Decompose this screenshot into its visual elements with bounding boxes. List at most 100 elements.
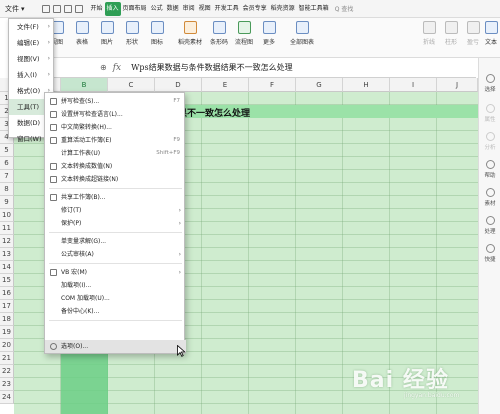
- chevron-down-icon: ▾: [21, 4, 25, 13]
- ribbon-table-button[interactable]: 表格: [71, 21, 93, 46]
- tab-data[interactable]: 数据: [165, 2, 181, 16]
- file-menu-button[interactable]: 文件 ▾: [2, 2, 28, 16]
- panel-help-button[interactable]: 帮助: [479, 160, 500, 179]
- menu-item-calculate-sheet[interactable]: 计算工作表(U) Shift+F9: [45, 147, 186, 160]
- ribbon-label: 全部图表: [289, 39, 314, 46]
- menu-item-share-workbook[interactable]: 共享工作簿(B)...: [45, 191, 186, 204]
- panel-process-button[interactable]: 处理: [479, 216, 500, 235]
- row-header[interactable]: 17: [0, 300, 14, 313]
- formula-input[interactable]: Wps结果数据与条件数据结果不一致怎么处理: [131, 62, 292, 73]
- menu-item-insert[interactable]: 插入(I) ›: [9, 67, 53, 83]
- search-input[interactable]: Q 查找: [335, 4, 354, 13]
- ribbon-sparkline-line-button[interactable]: 折线: [418, 21, 440, 46]
- row-header[interactable]: 24: [0, 391, 14, 404]
- row-header[interactable]: 10: [0, 209, 14, 222]
- save-icon[interactable]: [41, 4, 50, 13]
- column-header[interactable]: D: [155, 78, 202, 92]
- row-header[interactable]: 19: [0, 326, 14, 339]
- row-header[interactable]: 16: [0, 287, 14, 300]
- menu-item-goal-seek[interactable]: 单变量求解(G)...: [45, 235, 186, 248]
- tab-formulas[interactable]: 公式: [149, 2, 165, 16]
- menu-item-vb-macro[interactable]: VB 宏(M) ›: [45, 266, 186, 279]
- menu-item-addins[interactable]: 加载项(I)...: [45, 279, 186, 292]
- row-header[interactable]: 12: [0, 235, 14, 248]
- menu-item-label: 保护(P): [61, 220, 82, 227]
- tab-home[interactable]: 开始: [89, 2, 105, 16]
- row-header[interactable]: 23: [0, 378, 14, 391]
- redo-icon[interactable]: [74, 4, 83, 13]
- panel-shortcut-button[interactable]: 快捷: [479, 244, 500, 263]
- panel-analysis-button[interactable]: 分析: [479, 132, 500, 151]
- ribbon-all-charts-button[interactable]: 全部图表: [288, 21, 316, 46]
- tab-insert[interactable]: 插入: [104, 1, 121, 16]
- menu-item-protect[interactable]: 保护(P) ›: [45, 217, 186, 230]
- help-icon: [485, 160, 495, 169]
- ribbon-docer-material-button[interactable]: 稻壳素材: [176, 21, 204, 46]
- menu-item-com-addins[interactable]: COM 加载项(U)...: [45, 292, 186, 305]
- row-header[interactable]: 14: [0, 261, 14, 274]
- menu-item-spell-check[interactable]: 拼写检查(S)... F7: [45, 95, 186, 108]
- ribbon-text-button[interactable]: 文本: [480, 21, 500, 46]
- row-header[interactable]: 8: [0, 183, 14, 196]
- tab-view[interactable]: 视图: [197, 2, 213, 16]
- menu-tabs: 开始 插入 页面布局 公式 数据 审阅 视图 开发工具 会员专享 稻壳资源 智能…: [89, 1, 331, 16]
- row-header[interactable]: 13: [0, 248, 14, 261]
- panel-material-button[interactable]: 素材: [479, 188, 500, 207]
- row-header[interactable]: 15: [0, 274, 14, 287]
- tab-developer[interactable]: 开发工具: [213, 2, 241, 16]
- column-header-selected[interactable]: B: [61, 78, 108, 92]
- row-header[interactable]: 11: [0, 222, 14, 235]
- print-icon[interactable]: [63, 4, 72, 13]
- menu-item-edit[interactable]: 编辑(E) ›: [9, 35, 53, 51]
- menu-item-revision[interactable]: 修订(T) ›: [45, 204, 186, 217]
- recalculate-icon: [50, 137, 57, 144]
- flowchart-icon: [237, 21, 251, 34]
- column-header[interactable]: E: [202, 78, 249, 92]
- column-header[interactable]: H: [343, 78, 390, 92]
- shortcut-label: F9: [173, 137, 180, 143]
- ribbon-label: 稻壳素材: [177, 39, 202, 46]
- ribbon-barcode-button[interactable]: 条形码: [208, 21, 230, 46]
- menu-item-formula-audit[interactable]: 公式审核(A) ›: [45, 248, 186, 261]
- menu-item-text-to-hyperlink[interactable]: 文本转换成超链接(N): [45, 173, 186, 186]
- row-header[interactable]: 20: [0, 339, 14, 352]
- row-header[interactable]: 6: [0, 157, 14, 170]
- menu-item-recalculate-workbook[interactable]: 重算活动工作簿(E) F9: [45, 134, 186, 147]
- row-header[interactable]: 9: [0, 196, 14, 209]
- ribbon-more-button[interactable]: 更多: [258, 21, 280, 46]
- ribbon-sparkline-column-button[interactable]: 柱形: [440, 21, 462, 46]
- column-header[interactable]: C: [108, 78, 155, 92]
- menu-item-options[interactable]: 选项(O)...: [45, 340, 186, 353]
- menu-item-label: 编辑(E): [17, 39, 40, 47]
- zoom-icon[interactable]: ⊕: [100, 63, 107, 72]
- menu-item-chinese-conversion[interactable]: 中文简繁转换(H)...: [45, 121, 186, 134]
- chevron-right-icon: ›: [178, 207, 181, 214]
- column-header[interactable]: J: [437, 78, 478, 92]
- column-header[interactable]: I: [390, 78, 437, 92]
- shape-icon: [125, 21, 139, 34]
- fx-icon[interactable]: fx: [113, 63, 121, 73]
- menu-item-file[interactable]: 文件(F) ›: [9, 19, 53, 35]
- ribbon-shape-button[interactable]: 形状: [121, 21, 143, 46]
- row-header[interactable]: 21: [0, 352, 14, 365]
- panel-properties-button[interactable]: 属性: [479, 104, 500, 123]
- row-header[interactable]: 18: [0, 313, 14, 326]
- column-header[interactable]: G: [296, 78, 343, 92]
- undo-icon[interactable]: [52, 4, 61, 13]
- menu-item-text-to-number[interactable]: 文本转换成数值(N): [45, 160, 186, 173]
- ribbon-flowchart-button[interactable]: 流程图: [233, 21, 255, 46]
- panel-select-button[interactable]: 选择: [479, 74, 500, 93]
- tab-smart-tools[interactable]: 智能工具箱: [297, 2, 331, 16]
- row-header[interactable]: 22: [0, 365, 14, 378]
- row-header[interactable]: 7: [0, 170, 14, 183]
- ribbon-picture-button[interactable]: 图片: [96, 21, 118, 46]
- ribbon-icons-button[interactable]: 图标: [146, 21, 168, 46]
- tab-page-layout[interactable]: 页面布局: [121, 2, 149, 16]
- menu-item-backup-center[interactable]: 备份中心(K)...: [45, 305, 186, 318]
- column-header[interactable]: F: [249, 78, 296, 92]
- menu-item-view[interactable]: 视图(V) ›: [9, 51, 53, 67]
- menu-item-spell-language[interactable]: 设置拼写检查语言(L)...: [45, 108, 186, 121]
- tab-member[interactable]: 会员专享: [241, 2, 269, 16]
- tab-resources[interactable]: 稻壳资源: [269, 2, 297, 16]
- tab-review[interactable]: 审阅: [181, 2, 197, 16]
